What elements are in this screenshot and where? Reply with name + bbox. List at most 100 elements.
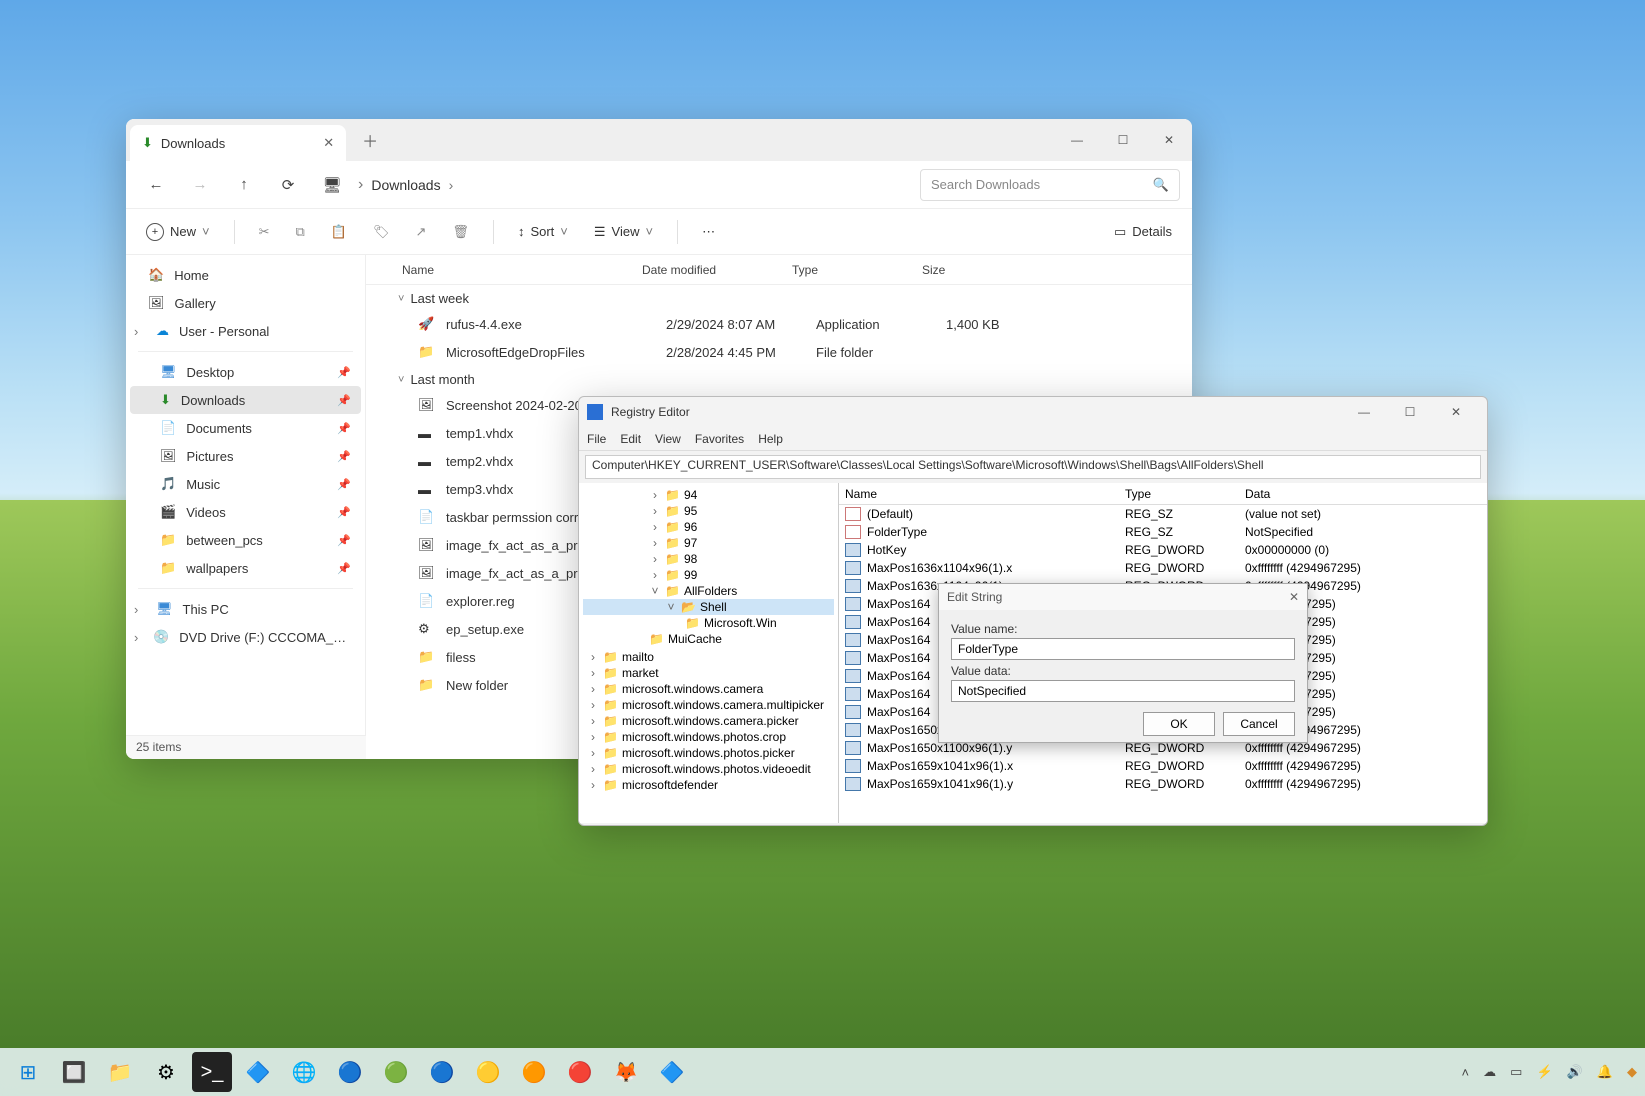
tree-item[interactable]: ›📁microsoft.windows.photos.picker: [583, 745, 834, 761]
tree-item[interactable]: ›📁microsoft.windows.camera.multipicker: [583, 697, 834, 713]
regedit-titlebar[interactable]: Registry Editor — ☐ ✕: [579, 397, 1487, 427]
chevron-right-icon[interactable]: ›: [649, 488, 661, 502]
col-type[interactable]: Type: [1125, 487, 1245, 501]
chevron-down-icon[interactable]: ˅: [665, 600, 677, 614]
forward-button[interactable]: →: [182, 167, 218, 203]
tree-item[interactable]: ›📁microsoft.windows.photos.crop: [583, 729, 834, 745]
dialog-titlebar[interactable]: Edit String ✕: [939, 584, 1307, 610]
cancel-button[interactable]: Cancel: [1223, 712, 1295, 736]
taskbar[interactable]: ⊞ 🔲 📁 ⚙ >_ 🔷 🌐 🔵 🟢 🔵 🟡 🟠 🔴 🦊 🔷 ˄ ☁ ▭ ⚡ 🔊…: [0, 1048, 1645, 1096]
share-button[interactable]: ↗: [410, 220, 433, 244]
sort-button[interactable]: ↕ Sort ˅: [512, 220, 574, 243]
minimize-button[interactable]: —: [1341, 396, 1387, 433]
new-button[interactable]: +New ˅: [140, 219, 216, 245]
menu-file[interactable]: File: [587, 432, 606, 446]
sidebar-downloads[interactable]: ⬇Downloads📌: [130, 386, 361, 414]
sidebar-home[interactable]: 🏠Home: [130, 261, 361, 289]
menu-favorites[interactable]: Favorites: [695, 432, 744, 446]
tree-item[interactable]: ›📁98: [583, 551, 834, 567]
col-type[interactable]: Type: [792, 263, 922, 277]
chevron-right-icon[interactable]: ›: [649, 536, 661, 550]
chevron-right-icon[interactable]: ›: [649, 568, 661, 582]
close-button[interactable]: ✕: [1433, 396, 1479, 433]
app-icon[interactable]: 🔵: [422, 1052, 462, 1092]
file-row[interactable]: 🚀rufus-4.4.exe2/29/2024 8:07 AMApplicati…: [366, 310, 1192, 338]
cut-button[interactable]: ✂: [253, 220, 276, 244]
ok-button[interactable]: OK: [1143, 712, 1215, 736]
tree-item[interactable]: ›📁market: [583, 665, 834, 681]
chevron-right-icon[interactable]: ›: [649, 520, 661, 534]
chevron-right-icon[interactable]: ›: [649, 504, 661, 518]
close-tab-icon[interactable]: ✕: [323, 135, 334, 151]
sidebar-videos[interactable]: 🎬Videos📌: [130, 498, 361, 526]
col-data[interactable]: Data: [1245, 487, 1487, 501]
chrome-icon[interactable]: 🔴: [560, 1052, 600, 1092]
tree-item[interactable]: ›📁microsoft.windows.camera.picker: [583, 713, 834, 729]
breadcrumb-item[interactable]: Downloads: [371, 177, 440, 193]
monitor-icon[interactable]: 🖥: [314, 167, 350, 203]
registry-value-row[interactable]: (Default)REG_SZ(value not set): [839, 505, 1487, 523]
explorer-titlebar[interactable]: ⬇ Downloads ✕ ＋ — ☐ ✕: [126, 119, 1192, 161]
sidebar-desktop[interactable]: 🖥Desktop📌: [130, 358, 361, 386]
volume-icon[interactable]: 🔊: [1567, 1064, 1583, 1080]
tree-item[interactable]: ›📁95: [583, 503, 834, 519]
sidebar-thispc[interactable]: ›🖥This PC: [130, 595, 361, 623]
address-bar[interactable]: Computer\HKEY_CURRENT_USER\Software\Clas…: [585, 455, 1481, 479]
close-button[interactable]: ✕: [1146, 119, 1192, 161]
terminal-icon[interactable]: >_: [192, 1052, 232, 1092]
chevron-up-icon[interactable]: ˄: [1462, 1065, 1470, 1080]
column-headers[interactable]: Name Date modified Type Size: [366, 255, 1192, 285]
taskview-button[interactable]: 🔲: [54, 1052, 94, 1092]
sidebar-folder[interactable]: 📁between_pcs📌: [130, 526, 361, 554]
minimize-button[interactable]: —: [1054, 119, 1100, 161]
app-icon[interactable]: 🟡: [468, 1052, 508, 1092]
menu-view[interactable]: View: [655, 432, 681, 446]
tree-item[interactable]: ›📁microsoft.windows.camera: [583, 681, 834, 697]
sidebar-dvd[interactable]: ›💿DVD Drive (F:) CCCOMA_X64FRE_EN: [130, 623, 361, 651]
tree-item[interactable]: ›📁microsoft.windows.photos.videoedit: [583, 761, 834, 777]
settings-icon[interactable]: ⚙: [146, 1052, 186, 1092]
col-size[interactable]: Size: [922, 263, 1002, 277]
registry-tree[interactable]: ›📁94›📁95›📁96›📁97›📁98›📁99 ˅📁AllFolders ˅📂…: [579, 483, 839, 823]
sidebar-music[interactable]: 🎵Music📌: [130, 470, 361, 498]
menu-help[interactable]: Help: [758, 432, 783, 446]
maximize-button[interactable]: ☐: [1100, 119, 1146, 161]
col-name[interactable]: Name: [402, 263, 642, 277]
new-tab-button[interactable]: ＋: [362, 128, 378, 152]
firefox-icon[interactable]: 🦊: [606, 1052, 646, 1092]
registry-value-row[interactable]: HotKeyREG_DWORD0x00000000 (0): [839, 541, 1487, 559]
tree-item[interactable]: ›📁99: [583, 567, 834, 583]
chevron-right-icon[interactable]: ›: [134, 324, 146, 339]
tray-icon[interactable]: ⚡: [1536, 1064, 1552, 1080]
group-header[interactable]: ˅Last week: [366, 285, 1192, 310]
explorer-tab[interactable]: ⬇ Downloads ✕: [130, 125, 346, 161]
sidebar-folder[interactable]: 📁wallpapers📌: [130, 554, 361, 582]
cloud-icon[interactable]: ☁: [1483, 1064, 1496, 1080]
sidebar-pictures[interactable]: 🖼Pictures📌: [130, 442, 361, 470]
tree-item[interactable]: ›📁97: [583, 535, 834, 551]
chevron-right-icon[interactable]: ›: [134, 630, 143, 645]
tree-item[interactable]: ›📁96: [583, 519, 834, 535]
notification-icon[interactable]: 🔔: [1597, 1064, 1613, 1080]
reg-column-headers[interactable]: Name Type Data: [839, 483, 1487, 505]
app-icon[interactable]: 🟢: [376, 1052, 416, 1092]
close-icon[interactable]: ✕: [1289, 590, 1299, 604]
group-header[interactable]: ˅Last month: [366, 366, 1192, 391]
sidebar-documents[interactable]: 📄Documents📌: [130, 414, 361, 442]
sidebar-user[interactable]: ›☁User - Personal: [130, 317, 361, 345]
tree-item[interactable]: ˅📁AllFolders: [583, 583, 834, 599]
explorer-icon[interactable]: 📁: [100, 1052, 140, 1092]
tree-item[interactable]: ›📁94: [583, 487, 834, 503]
tree-item[interactable]: ›📁microsoftdefender: [583, 777, 834, 793]
value-data-input[interactable]: [951, 680, 1295, 702]
tree-item[interactable]: 📁Microsoft.Win: [583, 615, 834, 631]
col-date[interactable]: Date modified: [642, 263, 792, 277]
tree-item[interactable]: 📁MuiCache: [583, 631, 834, 647]
chevron-right-icon[interactable]: ›: [649, 552, 661, 566]
paste-button[interactable]: 📋: [325, 220, 353, 244]
maximize-button[interactable]: ☐: [1387, 396, 1433, 433]
tree-item-selected[interactable]: ˅📂Shell: [583, 599, 834, 615]
system-tray[interactable]: ˄ ☁ ▭ ⚡ 🔊 🔔 ◆: [1462, 1064, 1637, 1080]
col-name[interactable]: Name: [845, 487, 1125, 501]
more-button[interactable]: ⋯: [696, 220, 721, 244]
